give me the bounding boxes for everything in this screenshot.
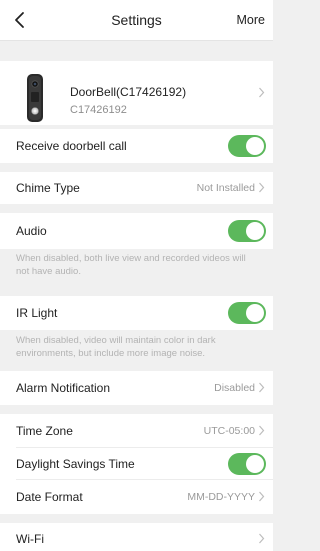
- daylight-savings-row: Daylight Savings Time: [0, 448, 273, 480]
- time-zone-label: Time Zone: [16, 424, 73, 438]
- ir-light-note: When disabled, video will maintain color…: [16, 335, 216, 359]
- audio-row: Audio: [0, 213, 273, 249]
- chime-type-value: Not Installed: [196, 182, 255, 194]
- wifi-label: Wi-Fi: [16, 532, 44, 546]
- receive-doorbell-call-label: Receive doorbell call: [16, 139, 127, 153]
- chevron-right-icon: [259, 182, 265, 193]
- receive-doorbell-call-row: Receive doorbell call: [0, 129, 273, 163]
- page-title: Settings: [111, 12, 162, 28]
- chevron-right-icon: [259, 425, 265, 436]
- chevron-right-icon: [259, 491, 265, 502]
- alarm-notification-row[interactable]: Alarm Notification Disabled: [0, 371, 273, 405]
- section-gap: [0, 204, 273, 213]
- settings-screen: Settings More DoorBell(C17426192) C17426…: [0, 0, 273, 551]
- section-gap: [0, 163, 273, 172]
- device-card[interactable]: DoorBell(C17426192) C17426192: [0, 61, 273, 125]
- receive-doorbell-call-toggle[interactable]: [228, 135, 266, 157]
- time-zone-row[interactable]: Time Zone UTC-05:00: [0, 414, 273, 448]
- audio-label: Audio: [16, 224, 47, 238]
- date-format-value: MM-DD-YYYY: [187, 491, 255, 503]
- nav-bar: Settings More: [0, 0, 273, 41]
- daylight-savings-toggle[interactable]: [228, 453, 266, 475]
- chime-type-row[interactable]: Chime Type Not Installed: [0, 172, 273, 204]
- ir-light-row: IR Light: [0, 296, 273, 330]
- chevron-right-icon: [259, 87, 265, 98]
- section-gap: [0, 41, 273, 61]
- wifi-row[interactable]: Wi-Fi: [0, 523, 273, 551]
- date-format-label: Date Format: [16, 490, 83, 504]
- chime-type-label: Chime Type: [16, 181, 80, 195]
- device-name: DoorBell(C17426192): [70, 85, 187, 99]
- daylight-savings-label: Daylight Savings Time: [16, 457, 135, 471]
- doorbell-device-icon: [22, 73, 48, 123]
- section-gap: [0, 514, 273, 523]
- audio-note: When disabled, both live view and record…: [16, 253, 246, 277]
- time-zone-value: UTC-05:00: [203, 425, 255, 437]
- alarm-notification-label: Alarm Notification: [16, 381, 111, 395]
- alarm-notification-value: Disabled: [214, 382, 255, 394]
- ir-light-label: IR Light: [16, 306, 58, 320]
- device-serial: C17426192: [70, 104, 127, 116]
- audio-toggle[interactable]: [228, 220, 266, 242]
- more-button[interactable]: More: [237, 13, 265, 27]
- ir-light-toggle[interactable]: [228, 302, 266, 324]
- chevron-right-icon: [259, 382, 265, 393]
- section-gap: [0, 405, 273, 414]
- date-format-row[interactable]: Date Format MM-DD-YYYY: [0, 480, 273, 514]
- chevron-right-icon: [259, 533, 265, 544]
